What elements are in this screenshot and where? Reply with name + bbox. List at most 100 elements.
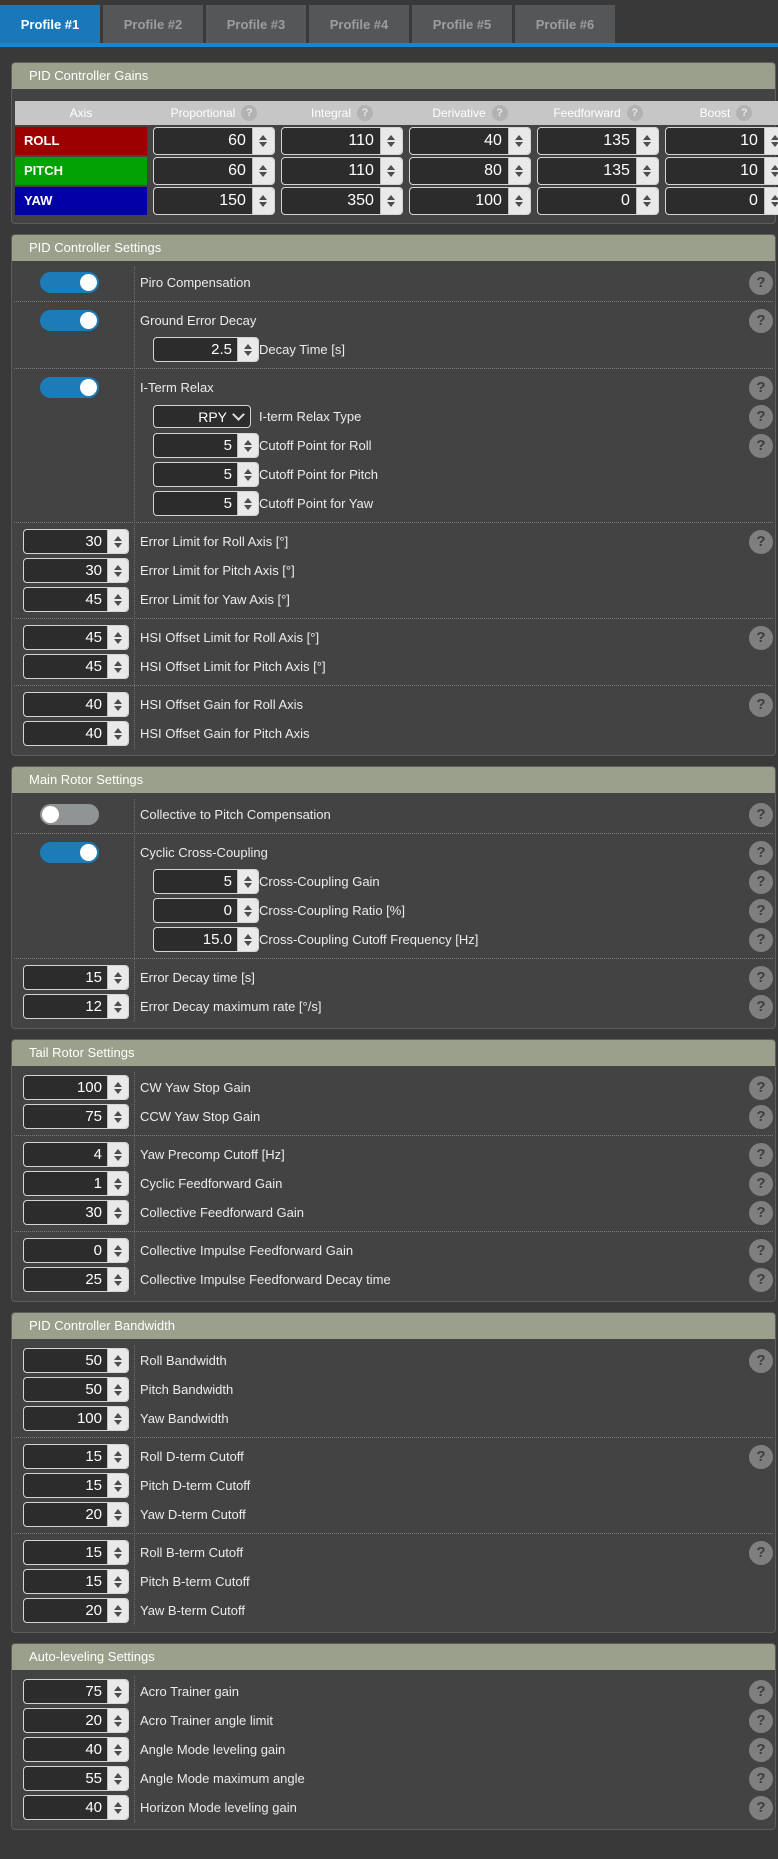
spinner[interactable] xyxy=(107,1378,128,1401)
roll-d-input[interactable]: 40 xyxy=(409,127,531,155)
help-icon[interactable]: ? xyxy=(749,1541,773,1565)
help-icon[interactable]: ? xyxy=(749,434,773,458)
cw-yaw-stop-gain-input[interactable]: 100 xyxy=(23,1075,129,1100)
error-decay-max-rate-input[interactable]: 12 xyxy=(23,994,129,1019)
help-icon[interactable]: ? xyxy=(749,899,773,923)
help-icon[interactable]: ? xyxy=(749,626,773,650)
spinner[interactable] xyxy=(237,870,258,893)
cutoff-pitch-input[interactable]: 5 xyxy=(153,462,259,487)
error-limit-roll-input[interactable]: 30 xyxy=(23,529,129,554)
spinner[interactable] xyxy=(237,928,258,951)
help-icon[interactable]: ? xyxy=(749,1738,773,1762)
spinner[interactable] xyxy=(107,1076,128,1099)
help-icon[interactable]: ? xyxy=(749,1268,773,1292)
pitch-d-input[interactable]: 80 xyxy=(409,157,531,185)
help-icon[interactable]: ? xyxy=(749,841,773,865)
spinner[interactable] xyxy=(107,1570,128,1593)
error-limit-yaw-input[interactable]: 45 xyxy=(23,587,129,612)
pitch-bandwidth-input[interactable]: 50 xyxy=(23,1377,129,1402)
spinner[interactable] xyxy=(764,188,778,214)
cross-coupling-gain-input[interactable]: 5 xyxy=(153,869,259,894)
spinner[interactable] xyxy=(380,158,402,184)
help-icon[interactable]: ? xyxy=(749,309,773,333)
pitch-ff-input[interactable]: 135 xyxy=(537,157,659,185)
spinner[interactable] xyxy=(107,588,128,611)
spinner[interactable] xyxy=(107,1796,128,1819)
acro-trainer-gain-input[interactable]: 75 xyxy=(23,1679,129,1704)
iterm-relax-type-select[interactable]: RPY xyxy=(153,405,251,428)
spinner[interactable] xyxy=(107,1738,128,1761)
roll-i-input[interactable]: 110 xyxy=(281,127,403,155)
spinner[interactable] xyxy=(764,128,778,154)
cyclic-feedforward-gain-input[interactable]: 1 xyxy=(23,1171,129,1196)
angle-mode-max-angle-input[interactable]: 55 xyxy=(23,1766,129,1791)
spinner[interactable] xyxy=(107,995,128,1018)
help-icon[interactable]: ? xyxy=(749,271,773,295)
pitch-p-input[interactable]: 60 xyxy=(153,157,275,185)
help-icon[interactable]: ? xyxy=(749,1796,773,1820)
help-icon[interactable]: ? xyxy=(749,803,773,827)
spinner[interactable] xyxy=(107,1767,128,1790)
help-icon[interactable]: ? xyxy=(357,105,373,121)
help-icon[interactable]: ? xyxy=(749,1239,773,1263)
pitch-bterm-cutoff-input[interactable]: 15 xyxy=(23,1569,129,1594)
spinner[interactable] xyxy=(237,492,258,515)
yaw-bandwidth-input[interactable]: 100 xyxy=(23,1406,129,1431)
spinner[interactable] xyxy=(508,128,530,154)
roll-boost-input[interactable]: 10 xyxy=(665,127,778,155)
pitch-dterm-cutoff-input[interactable]: 15 xyxy=(23,1473,129,1498)
tab-profile-1[interactable]: Profile #1 xyxy=(0,5,100,43)
yaw-d-input[interactable]: 100 xyxy=(409,187,531,215)
help-icon[interactable]: ? xyxy=(241,105,257,121)
help-icon[interactable]: ? xyxy=(749,1143,773,1167)
yaw-dterm-cutoff-input[interactable]: 20 xyxy=(23,1502,129,1527)
cross-coupling-ratio-input[interactable]: 0 xyxy=(153,898,259,923)
spinner[interactable] xyxy=(107,1599,128,1622)
yaw-bterm-cutoff-input[interactable]: 20 xyxy=(23,1598,129,1623)
spinner[interactable] xyxy=(107,1474,128,1497)
spinner[interactable] xyxy=(764,158,778,184)
spinner[interactable] xyxy=(636,158,658,184)
error-decay-time-input[interactable]: 15 xyxy=(23,965,129,990)
help-icon[interactable]: ? xyxy=(749,376,773,400)
help-icon[interactable]: ? xyxy=(749,1445,773,1469)
help-icon[interactable]: ? xyxy=(749,1709,773,1733)
horizon-mode-leveling-gain-input[interactable]: 40 xyxy=(23,1795,129,1820)
spinner[interactable] xyxy=(252,158,274,184)
spinner[interactable] xyxy=(107,1349,128,1372)
help-icon[interactable]: ? xyxy=(749,1172,773,1196)
spinner[interactable] xyxy=(107,1445,128,1468)
spinner[interactable] xyxy=(508,158,530,184)
spinner[interactable] xyxy=(107,1201,128,1224)
spinner[interactable] xyxy=(636,128,658,154)
piro-compensation-toggle[interactable] xyxy=(40,272,99,293)
spinner[interactable] xyxy=(107,966,128,989)
hsi-offset-limit-roll-input[interactable]: 45 xyxy=(23,625,129,650)
spinner[interactable] xyxy=(107,1709,128,1732)
ground-error-decay-toggle[interactable] xyxy=(40,310,99,331)
hsi-offset-gain-roll-input[interactable]: 40 xyxy=(23,692,129,717)
angle-mode-leveling-gain-input[interactable]: 40 xyxy=(23,1737,129,1762)
tab-profile-6[interactable]: Profile #6 xyxy=(515,5,615,43)
yaw-precomp-cutoff-input[interactable]: 4 xyxy=(23,1142,129,1167)
cross-coupling-cutoff-input[interactable]: 15.0 xyxy=(153,927,259,952)
yaw-ff-input[interactable]: 0 xyxy=(537,187,659,215)
help-icon[interactable]: ? xyxy=(749,995,773,1019)
yaw-i-input[interactable]: 350 xyxy=(281,187,403,215)
spinner[interactable] xyxy=(237,899,258,922)
spinner[interactable] xyxy=(107,1239,128,1262)
tab-profile-2[interactable]: Profile #2 xyxy=(103,5,203,43)
spinner[interactable] xyxy=(107,1503,128,1526)
help-icon[interactable]: ? xyxy=(749,1201,773,1225)
yaw-p-input[interactable]: 150 xyxy=(153,187,275,215)
help-icon[interactable]: ? xyxy=(492,105,508,121)
help-icon[interactable]: ? xyxy=(749,966,773,990)
hsi-offset-gain-pitch-input[interactable]: 40 xyxy=(23,721,129,746)
spinner[interactable] xyxy=(508,188,530,214)
collective-impulse-ff-gain-input[interactable]: 0 xyxy=(23,1238,129,1263)
cutoff-roll-input[interactable]: 5 xyxy=(153,433,259,458)
spinner[interactable] xyxy=(252,188,274,214)
roll-p-input[interactable]: 60 xyxy=(153,127,275,155)
ccw-yaw-stop-gain-input[interactable]: 75 xyxy=(23,1104,129,1129)
cyclic-cross-coupling-toggle[interactable] xyxy=(40,842,99,863)
